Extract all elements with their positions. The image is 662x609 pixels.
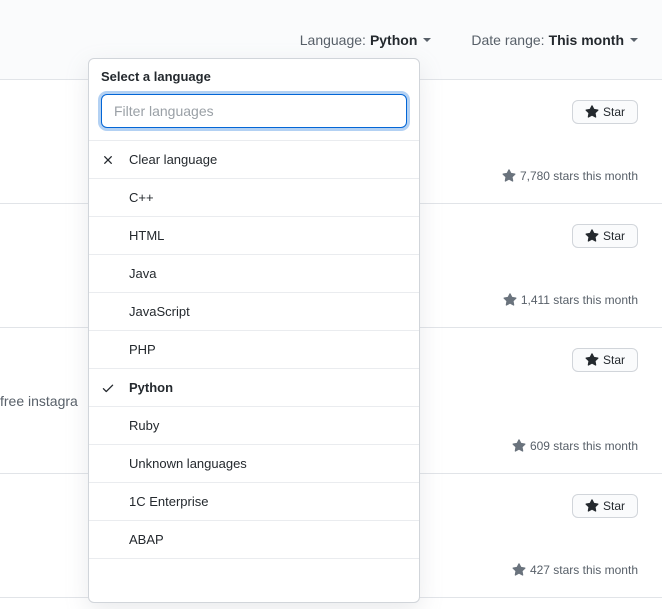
star-icon bbox=[502, 169, 516, 183]
language-item-label: Java bbox=[129, 266, 156, 281]
language-filter[interactable]: Language: Python bbox=[300, 32, 432, 48]
clear-language-item[interactable]: Clear language bbox=[89, 141, 419, 179]
language-item[interactable]: PHP bbox=[89, 331, 419, 369]
language-item[interactable]: Java bbox=[89, 255, 419, 293]
language-item[interactable]: HTML bbox=[89, 217, 419, 255]
language-item-label: PHP bbox=[129, 342, 156, 357]
star-icon bbox=[512, 563, 526, 577]
date-range-value: This month bbox=[549, 32, 624, 48]
star-button[interactable]: Star bbox=[572, 494, 638, 518]
language-item-label: HTML bbox=[129, 228, 164, 243]
language-item-label: Unknown languages bbox=[129, 456, 247, 471]
language-list[interactable]: Clear language C++ HTML Java JavaScript PHP P… bbox=[89, 141, 419, 602]
language-item[interactable]: ABAP bbox=[89, 521, 419, 559]
star-button-label: Star bbox=[603, 353, 625, 367]
caret-down-icon bbox=[630, 38, 638, 42]
stars-text: 7,780 stars this month bbox=[520, 169, 638, 183]
star-icon bbox=[585, 229, 599, 243]
star-icon bbox=[503, 293, 517, 307]
language-item-label: Python bbox=[129, 380, 173, 395]
stars-this-month: 609 stars this month bbox=[512, 439, 638, 453]
stars-text: 427 stars this month bbox=[530, 563, 638, 577]
star-button-label: Star bbox=[603, 499, 625, 513]
star-button-label: Star bbox=[603, 229, 625, 243]
date-range-filter[interactable]: Date range: This month bbox=[471, 32, 638, 48]
check-icon bbox=[101, 381, 115, 395]
stars-text: 609 stars this month bbox=[530, 439, 638, 453]
language-item[interactable]: C++ bbox=[89, 179, 419, 217]
star-button-label: Star bbox=[603, 105, 625, 119]
star-icon bbox=[585, 105, 599, 119]
language-item-label: JavaScript bbox=[129, 304, 190, 319]
star-icon bbox=[585, 353, 599, 367]
star-icon bbox=[585, 499, 599, 513]
language-filter-value: Python bbox=[370, 32, 417, 48]
stars-text: 1,411 stars this month bbox=[521, 293, 638, 307]
star-button[interactable]: Star bbox=[572, 224, 638, 248]
language-item[interactable]: JavaScript bbox=[89, 293, 419, 331]
language-item-label: ABAP bbox=[129, 532, 164, 547]
stars-this-month: 1,411 stars this month bbox=[503, 293, 638, 307]
stars-this-month: 7,780 stars this month bbox=[502, 169, 638, 183]
language-item[interactable]: Ruby bbox=[89, 407, 419, 445]
language-item[interactable]: Unknown languages bbox=[89, 445, 419, 483]
date-range-label: Date range: bbox=[471, 32, 544, 48]
language-item[interactable]: Python bbox=[89, 369, 419, 407]
language-item-label: C++ bbox=[129, 190, 154, 205]
star-button[interactable]: Star bbox=[572, 348, 638, 372]
star-button[interactable]: Star bbox=[572, 100, 638, 124]
language-filter-label: Language: bbox=[300, 32, 366, 48]
repo-description-fragment: free instagra bbox=[0, 393, 78, 409]
language-item-label: 1C Enterprise bbox=[129, 494, 208, 509]
clear-language-label: Clear language bbox=[129, 152, 217, 167]
filter-languages-input[interactable] bbox=[101, 94, 407, 128]
x-icon bbox=[101, 153, 115, 167]
language-item-label: Ruby bbox=[129, 418, 159, 433]
popup-title: Select a language bbox=[89, 59, 419, 94]
stars-this-month: 427 stars this month bbox=[512, 563, 638, 577]
star-icon bbox=[512, 439, 526, 453]
language-item[interactable]: 1C Enterprise bbox=[89, 483, 419, 521]
language-select-popup: Select a language Clear language C++ HTML… bbox=[88, 58, 420, 603]
caret-down-icon bbox=[423, 38, 431, 42]
